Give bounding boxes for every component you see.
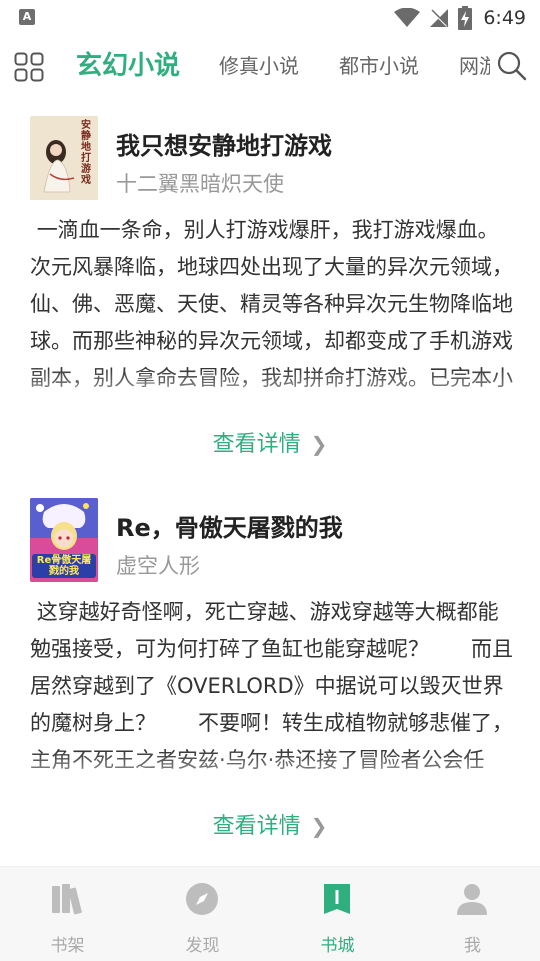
book-card[interactable]: 安静地打游戏 我只想安静地打游戏 十二翼黑暗炽天使 一滴血一条命，别人打游戏爆肝… — [0, 98, 540, 478]
cover-title-text: 安静地打游戏 — [81, 120, 91, 186]
view-details-link[interactable]: 查看详情 ❯ — [0, 426, 540, 458]
book-title[interactable]: 我只想安静地打游戏 — [116, 126, 332, 161]
status-icons: 6:49 — [394, 5, 526, 31]
nav-bookstore[interactable]: 书城 — [270, 867, 405, 961]
tab-xiuzhen[interactable]: 修真小说 — [219, 36, 299, 98]
category-tab-bar: 玄幻小说 修真小说 都市小说 网游小说 — [0, 36, 540, 98]
compass-icon — [186, 883, 218, 915]
no-signal-icon — [430, 9, 449, 27]
nav-label: 发现 — [185, 936, 220, 956]
view-details-label: 查看详情 — [212, 432, 301, 457]
view-details-label: 查看详情 — [212, 814, 301, 839]
book-open-icon — [324, 884, 350, 914]
app-notification-icon: A — [19, 9, 35, 25]
book-card[interactable]: Re骨傲天屠戮的我 Re，骨傲天屠戮的我 虚空人形 这穿越好奇怪啊，死亡穿越、游… — [0, 478, 540, 866]
grid-menu-icon[interactable] — [14, 52, 44, 82]
tab-xuanhuan[interactable]: 玄幻小说 — [76, 36, 180, 98]
search-icon[interactable] — [496, 50, 528, 82]
person-icon — [457, 884, 487, 915]
description-fade — [30, 368, 516, 420]
wifi-icon — [394, 8, 421, 27]
book-cover[interactable]: Re骨傲天屠戮的我 — [30, 498, 98, 582]
view-details-link[interactable]: 查看详情 ❯ — [0, 808, 540, 840]
books-icon — [52, 884, 82, 915]
nav-bookshelf[interactable]: 书架 — [0, 867, 135, 961]
nav-discover[interactable]: 发现 — [135, 867, 270, 961]
battery-charging-icon — [458, 6, 473, 30]
book-author: 十二翼黑暗炽天使 — [116, 172, 284, 196]
category-tabs: 玄幻小说 修真小说 都市小说 网游小说 — [76, 36, 490, 98]
nav-me[interactable]: 我 — [405, 867, 540, 961]
chevron-right-icon: ❯ — [310, 814, 328, 838]
cover-title-text: Re骨傲天屠戮的我 — [36, 555, 92, 577]
description-fade — [30, 750, 516, 802]
nav-label: 我 — [464, 936, 481, 956]
bottom-navigation: 书架 发现 书城 我 — [0, 866, 540, 961]
status-bar: A 6:49 — [0, 0, 540, 36]
book-author: 虚空人形 — [116, 554, 200, 578]
chevron-right-icon: ❯ — [310, 432, 328, 456]
nav-label: 书架 — [50, 936, 85, 956]
status-time: 6:49 — [483, 7, 526, 29]
nav-label: 书城 — [320, 936, 355, 956]
book-cover[interactable]: 安静地打游戏 — [30, 116, 98, 200]
tab-wangyou[interactable]: 网游小说 — [459, 36, 490, 98]
tab-dushi[interactable]: 都市小说 — [339, 36, 419, 98]
book-title[interactable]: Re，骨傲天屠戮的我 — [116, 508, 343, 543]
